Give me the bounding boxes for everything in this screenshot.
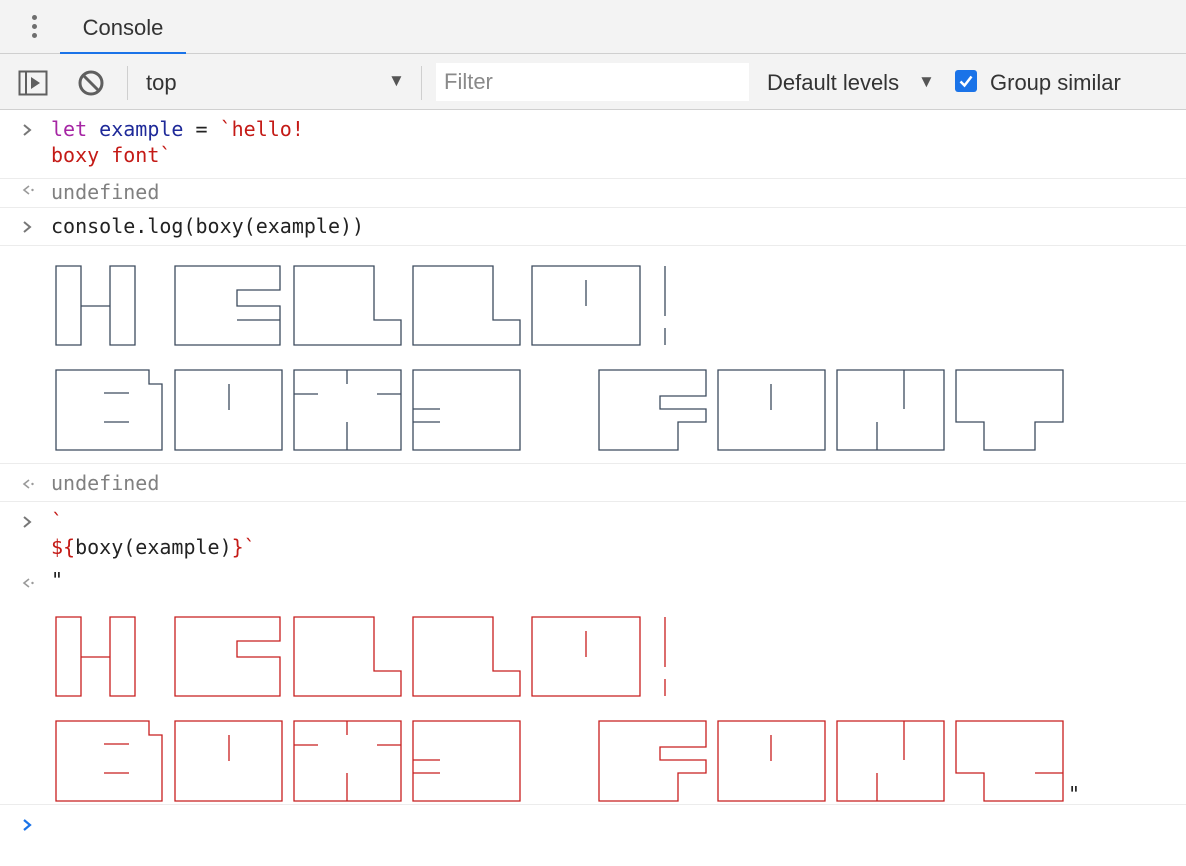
result-arrow-icon: [18, 180, 38, 200]
code-keyword: let: [51, 117, 88, 141]
code-string: }`: [231, 535, 256, 559]
boxy-glyph-e: [174, 265, 281, 346]
input-prompt-icon: [18, 512, 38, 532]
tab-console[interactable]: Console: [60, 0, 186, 55]
checkbox-checked-icon: [959, 75, 973, 88]
boxy-glyph-y: [412, 720, 521, 802]
boxy-glyph-t: [955, 720, 1064, 802]
boxy-glyph-h: [55, 265, 136, 346]
sidebar-toggle-icon[interactable]: [18, 68, 48, 98]
console-prompt[interactable]: [0, 805, 1186, 866]
boxy-glyph-t: [955, 369, 1064, 451]
console-result-entry: undefined: [0, 179, 1186, 208]
boxy-line-boxy-font: [55, 369, 1064, 451]
boxy-glyph-o: [531, 265, 641, 346]
boxy-glyph-n: [836, 720, 945, 802]
input-prompt-icon: [18, 217, 38, 237]
result-value: undefined: [51, 180, 160, 204]
toolbar-divider: [421, 66, 422, 100]
boxy-glyph-x: [293, 369, 402, 451]
tab-console-label: Console: [82, 15, 164, 40]
boxy-glyph-x: [293, 720, 402, 802]
code-string: boxy font`: [51, 143, 172, 167]
code-string: `hello!: [219, 117, 304, 141]
input-code[interactable]: ` ${boxy(example)}`: [51, 508, 256, 560]
boxy-glyph-h: [55, 616, 136, 697]
code-string: ${: [51, 535, 76, 559]
boxy-glyph-b: [55, 720, 163, 802]
boxy-glyph-y: [412, 369, 521, 451]
code-text: =: [183, 117, 220, 141]
code-variable: example: [99, 117, 184, 141]
boxy-glyph-o: [174, 720, 283, 802]
input-prompt-icon: [18, 120, 38, 140]
console-input-entry: ` ${boxy(example)}`: [0, 502, 1186, 561]
input-code[interactable]: let example = `hello! boxy font`: [51, 116, 304, 168]
result-close-quote: ": [1068, 782, 1081, 806]
boxy-glyph-l: [412, 265, 521, 346]
console-result-entry: " ": [0, 561, 1186, 806]
console-input-entry: let example = `hello! boxy font`: [0, 110, 1186, 179]
boxy-glyph-f: [598, 369, 707, 451]
toolbar-divider: [127, 66, 128, 100]
boxy-ascii-art-result: [55, 616, 1064, 802]
log-levels-label: Default levels: [767, 70, 900, 95]
group-similar-checkbox[interactable]: [955, 70, 977, 92]
console-messages: let example = `hello! boxy font` undefin…: [0, 110, 1186, 866]
boxy-glyph-o: [717, 720, 826, 802]
boxy-glyph-o: [531, 616, 641, 697]
result-arrow-icon: [18, 474, 38, 494]
boxy-glyph-b: [55, 369, 163, 451]
input-code[interactable]: console.log(boxy(example)): [51, 213, 364, 239]
boxy-ascii-art: [55, 265, 1064, 451]
boxy-line-boxy-font: [55, 720, 1064, 802]
group-similar-label: Group similar: [990, 70, 1121, 95]
boxy-glyph-e: [174, 616, 281, 697]
console-toolbar: top ▼ Default levels ▼ Group similar: [0, 54, 1186, 110]
code-text: boxy(example): [75, 535, 232, 559]
drawer-tab-bar: Console: [0, 0, 1186, 55]
dropdown-arrow-icon: ▼: [918, 72, 935, 91]
console-result-entry: undefined: [0, 464, 1186, 502]
clear-console-icon[interactable]: [76, 68, 106, 98]
boxy-glyph-f: [598, 720, 707, 802]
boxy-line-hello: [55, 616, 666, 697]
result-value: undefined: [51, 471, 160, 495]
console-log-entry: [0, 246, 1186, 464]
filter-input[interactable]: [436, 63, 749, 101]
more-options-icon[interactable]: [24, 12, 44, 42]
context-selector-label: top: [146, 70, 177, 95]
boxy-glyph-o: [174, 369, 283, 451]
boxy-glyph-l: [293, 616, 402, 697]
boxy-glyph-n: [836, 369, 945, 451]
input-prompt-icon: [18, 815, 38, 835]
console-input-entry: console.log(boxy(example)): [0, 208, 1186, 246]
code-string: `: [51, 509, 64, 533]
boxy-line-hello: [55, 265, 666, 346]
boxy-glyph-l: [412, 616, 521, 697]
boxy-glyph-o: [717, 369, 826, 451]
dropdown-arrow-icon: ▼: [388, 71, 405, 90]
boxy-glyph-l: [293, 265, 402, 346]
